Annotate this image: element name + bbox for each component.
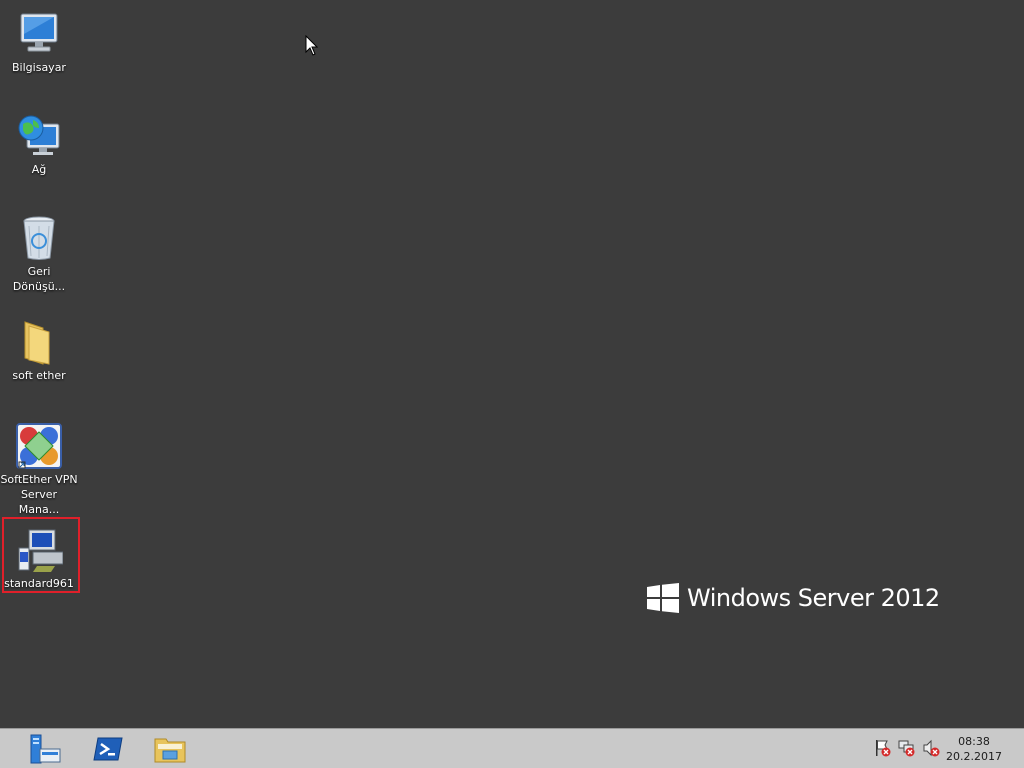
file-explorer-icon — [154, 738, 186, 763]
windows-logo-icon — [647, 583, 679, 613]
tray-action-center[interactable] — [874, 739, 892, 761]
desktop-icon-ag[interactable]: Ağ — [0, 112, 78, 177]
desktop-icon-label: standard961 — [4, 577, 74, 590]
taskbar-server-manager[interactable] — [27, 732, 63, 766]
desktop-icon-label: SoftEther VPN Server Mana... — [0, 473, 78, 516]
action-center-flag-icon — [876, 740, 891, 757]
desktop-icon-softether-vpn-server-manager[interactable]: SoftEther VPN Server Mana... — [0, 422, 78, 517]
desktop-icon-label: Geri Dönüşü... — [12, 265, 66, 293]
desktop-icon-label: Ağ — [31, 163, 47, 176]
installer-icon — [15, 526, 64, 574]
desktop-icon-geri-donusum[interactable]: Geri Dönüşü... — [0, 214, 78, 294]
tray-volume[interactable] — [922, 739, 940, 761]
desktop-icon-label: soft ether — [12, 369, 66, 382]
network-icon — [15, 112, 63, 160]
server-manager-icon — [30, 734, 61, 764]
network-error-icon — [898, 740, 915, 757]
recycle-bin-icon — [15, 214, 63, 262]
computer-icon — [15, 10, 63, 58]
clock-time: 08:38 — [958, 735, 990, 748]
mouse-cursor-icon — [305, 35, 319, 56]
desktop-icon-soft-ether-folder[interactable]: soft ether — [0, 318, 78, 383]
brand-text: Windows Server 2012 — [687, 584, 940, 612]
volume-muted-icon — [923, 739, 940, 757]
windows-server-brand: Windows Server 2012 — [647, 583, 940, 613]
softether-vpn-icon — [15, 422, 63, 470]
powershell-icon — [93, 737, 123, 761]
taskbar-powershell[interactable] — [90, 732, 126, 766]
desktop-icon-bilgisayar[interactable]: Bilgisayar — [0, 10, 78, 75]
taskbar-clock[interactable]: 08:38 20.2.2017 — [946, 734, 1002, 764]
taskbar-file-explorer[interactable] — [152, 732, 188, 766]
folder-icon — [15, 318, 63, 366]
taskbar: 08:38 20.2.2017 — [0, 728, 1024, 768]
tray-network[interactable] — [898, 739, 916, 761]
desktop-icon-label: Bilgisayar — [12, 61, 66, 74]
desktop-icon-standard961[interactable]: standard961 — [0, 526, 78, 591]
clock-date: 20.2.2017 — [946, 750, 1002, 763]
